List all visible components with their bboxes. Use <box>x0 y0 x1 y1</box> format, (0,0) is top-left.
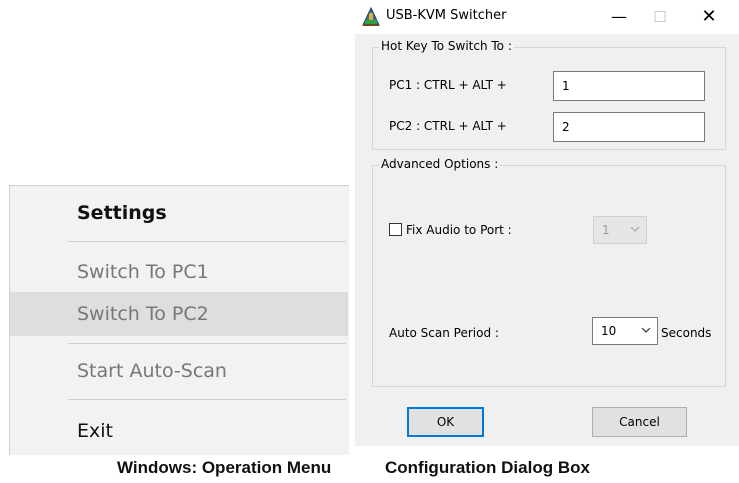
close-button[interactable]: ✕ <box>694 4 724 30</box>
auto-scan-label: Auto Scan Period : <box>389 326 499 340</box>
kvm-app-icon <box>362 7 380 26</box>
pc2-hotkey-label: PC2 : CTRL + ALT + <box>389 119 507 133</box>
pc1-hotkey-label: PC1 : CTRL + ALT + <box>389 78 507 92</box>
auto-scan-period-select[interactable]: 10 <box>592 317 658 345</box>
menu-separator <box>68 241 346 242</box>
maximize-button[interactable]: ☐ <box>645 4 675 30</box>
chevron-down-icon <box>630 226 640 232</box>
cancel-button[interactable]: Cancel <box>592 407 687 437</box>
configuration-dialog: USB-KVM Switcher — ☐ ✕ Hot Key To Switch… <box>355 0 739 446</box>
menu-item-switch-pc1[interactable]: Switch To PC1 <box>10 250 348 294</box>
menu-item-switch-pc2[interactable]: Switch To PC2 <box>10 292 348 336</box>
hotkey-group-label: Hot Key To Switch To : <box>379 39 514 53</box>
dialog-title: USB-KVM Switcher <box>386 8 507 23</box>
pc1-hotkey-input[interactable]: 1 <box>553 71 705 101</box>
audio-port-value: 1 <box>602 223 610 237</box>
hotkey-group: Hot Key To Switch To : PC1 : CTRL + ALT … <box>372 39 726 150</box>
dialog-caption: Configuration Dialog Box <box>385 458 590 477</box>
fix-audio-checkbox[interactable] <box>389 223 402 236</box>
menu-item-exit[interactable]: Exit <box>10 409 348 453</box>
advanced-options-group: Advanced Options : Fix Audio to Port : 1… <box>372 157 726 387</box>
auto-scan-value: 10 <box>601 324 617 338</box>
menu-separator <box>68 343 346 344</box>
menu-caption: Windows: Operation Menu <box>117 458 332 477</box>
advanced-options-label: Advanced Options : <box>379 157 501 171</box>
fix-audio-label: Fix Audio to Port : <box>406 223 512 237</box>
minimize-button[interactable]: — <box>604 4 634 30</box>
audio-port-select[interactable]: 1 <box>593 216 647 244</box>
ok-button[interactable]: OK <box>407 407 484 437</box>
title-bar[interactable]: USB-KVM Switcher — ☐ ✕ <box>355 0 739 34</box>
menu-separator <box>68 399 346 400</box>
operation-menu: Settings Switch To PC1 Switch To PC2 Sta… <box>9 185 349 455</box>
auto-scan-unit: Seconds <box>661 326 712 340</box>
menu-item-start-auto-scan[interactable]: Start Auto-Scan <box>10 349 348 393</box>
chevron-down-icon <box>641 327 651 333</box>
pc2-hotkey-input[interactable]: 2 <box>553 112 705 142</box>
menu-item-settings[interactable]: Settings <box>10 191 348 235</box>
